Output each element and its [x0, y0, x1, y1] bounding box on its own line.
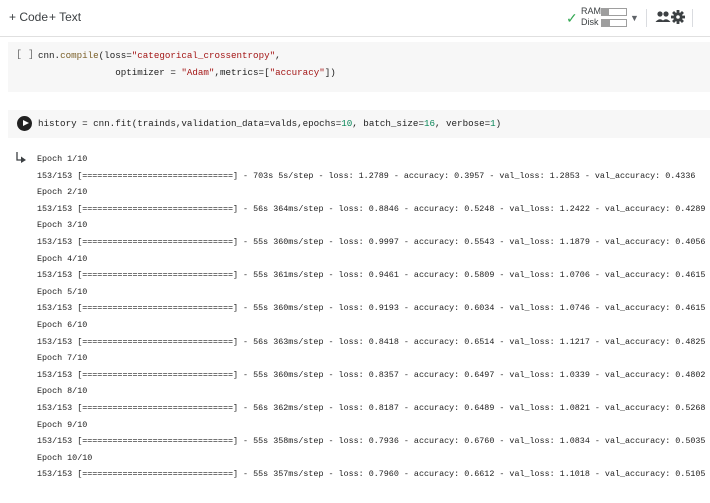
code-token-string: "categorical_crossentropy" — [131, 50, 276, 61]
play-icon[interactable] — [17, 116, 32, 131]
code-token: cnn. — [38, 50, 61, 61]
output-line: Epoch 6/10 — [37, 319, 88, 330]
output-line: Epoch 1/10 — [37, 154, 88, 164]
code-token-number: 16 — [423, 118, 435, 129]
output-arrow-icon[interactable] — [16, 151, 28, 163]
output-line: 153/153 [==============================]… — [37, 170, 696, 181]
output-line: Epoch 2/10 — [37, 187, 88, 198]
code-token: ]) — [324, 67, 336, 78]
add-text-button[interactable]: + Text — [49, 10, 81, 24]
toolbar-divider — [692, 9, 693, 27]
notebook-toolbar: + Code + Text ✓ RAM Disk ▼ — [0, 0, 710, 37]
people-icon[interactable] — [655, 8, 671, 26]
resources-indicator[interactable]: ✓ RAM Disk — [566, 5, 636, 31]
output-line: 153/153 [==============================]… — [37, 236, 706, 247]
code-token: (loss= — [98, 50, 132, 61]
output-line: 153/153 [==============================]… — [37, 270, 706, 281]
code-line: optimizer = "Adam",metrics=["accuracy"]) — [38, 64, 336, 81]
output-line: 153/153 [==============================]… — [37, 336, 706, 347]
output-line: 153/153 [==============================]… — [37, 203, 706, 214]
output-line: 153/153 [==============================]… — [37, 303, 706, 314]
disk-usage-fill — [602, 20, 611, 26]
code-token: , batch_size= — [352, 118, 424, 129]
disk-label: Disk — [581, 17, 599, 27]
ram-usage-bar — [601, 8, 627, 16]
cell-run-bracket[interactable]: [ ] — [16, 50, 34, 61]
output-line: 153/153 [==============================]… — [37, 369, 706, 380]
code-token: history = cnn.fit(trainds,validation_dat… — [38, 118, 342, 129]
output-line: Epoch 7/10 — [37, 353, 88, 364]
code-token: optimizer = — [38, 67, 182, 78]
disk-usage-bar — [601, 19, 627, 27]
code-token-number: 10 — [341, 118, 353, 129]
code-token: , verbose= — [435, 118, 491, 129]
code-token: ) — [495, 118, 502, 129]
code-token: ,metrics=[ — [214, 67, 270, 78]
code-editor[interactable]: history = cnn.fit(trainds,validation_dat… — [38, 115, 501, 132]
output-line: 153/153 [==============================]… — [37, 402, 706, 413]
code-token-string: "Adam" — [181, 67, 215, 78]
output-line: Epoch 9/10 — [37, 419, 88, 430]
output-line: Epoch 8/10 — [37, 386, 88, 397]
caret-down-icon[interactable]: ▼ — [630, 13, 639, 23]
code-editor[interactable]: cnn.compile(loss="categorical_crossentro… — [38, 47, 336, 81]
code-cell-fit[interactable]: history = cnn.fit(trainds,validation_dat… — [8, 110, 710, 138]
output-line: Epoch 10/10 — [37, 452, 93, 463]
gear-icon[interactable] — [670, 8, 686, 26]
output-line: 153/153 [==============================]… — [37, 436, 706, 447]
output-line: Epoch 4/10 — [37, 253, 88, 264]
toolbar-divider — [646, 9, 647, 27]
code-line: cnn.compile(loss="categorical_crossentro… — [38, 47, 336, 64]
ram-usage-fill — [602, 9, 610, 15]
ram-label: RAM — [581, 6, 601, 16]
output-line: Epoch 3/10 — [37, 220, 88, 231]
add-code-button[interactable]: + Code — [9, 10, 48, 24]
output-line: Epoch 5/10 — [37, 286, 88, 297]
cell-output: Epoch 1/10 153/153 [=====================… — [37, 151, 707, 483]
code-token-string: "accuracy" — [269, 67, 325, 78]
code-cell-compile[interactable]: [ ] cnn.compile(loss="categorical_crosse… — [8, 42, 710, 92]
check-icon: ✓ — [566, 10, 578, 26]
output-line: 153/153 [==============================]… — [37, 469, 706, 480]
code-token-function: compile — [60, 50, 99, 61]
code-token: , — [275, 50, 281, 61]
